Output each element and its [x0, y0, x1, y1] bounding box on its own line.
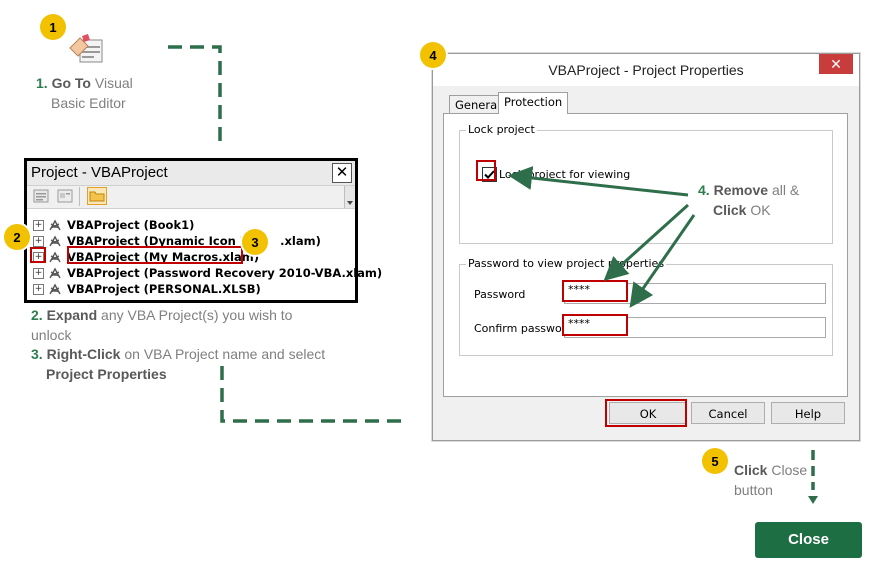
step-1-badge: 1 [40, 14, 66, 40]
tree-item-label: VBAProject (Password Recovery 2010-VBA.x… [67, 266, 383, 280]
expand-icon[interactable]: + [33, 235, 44, 247]
tree-item-book1[interactable]: + VBAProject (Book1) [33, 217, 194, 233]
dialog-title: VBAProject - Project Properties [548, 62, 744, 78]
lock-project-label: Lock project [466, 123, 537, 136]
vba-project-icon [49, 251, 61, 262]
tab-protection[interactable]: Protection [498, 92, 569, 114]
step-3-badge: 3 [242, 229, 268, 255]
vba-project-icon [49, 219, 61, 230]
step-2-badge: 2 [4, 224, 30, 250]
my-macros-highlight [67, 246, 243, 264]
toggle-folders-icon[interactable] [87, 187, 107, 205]
view-object-icon[interactable] [57, 189, 73, 203]
step-1-text: 1. Go To Visual Basic Editor [36, 75, 133, 111]
close-button[interactable]: Close [755, 522, 862, 558]
tree-item-personal[interactable]: + VBAProject (PERSONAL.XLSB) [33, 281, 261, 297]
step-5-text: Click Close button [734, 462, 808, 498]
view-code-icon[interactable] [33, 189, 49, 203]
dialog-titlebar: VBAProject - Project Properties ✕ [433, 54, 859, 86]
expand-icon[interactable]: + [33, 267, 44, 279]
connector-1 [168, 45, 222, 148]
connector-5 [808, 450, 818, 504]
connector-2 [220, 366, 408, 423]
expand-icon[interactable]: + [33, 219, 44, 231]
confirm-password-label: Confirm password [474, 322, 574, 335]
step-4-text: 4. Remove all & Click OK [698, 182, 800, 218]
ok-highlight [605, 399, 687, 427]
help-button[interactable]: Help [771, 402, 845, 424]
project-explorer-titlebar: Project - VBAProject ✕ [27, 161, 355, 186]
tree-item-label: VBAProject (PERSONAL.XLSB) [67, 282, 261, 296]
vba-project-icon [49, 267, 61, 278]
dialog-close-button[interactable]: ✕ [819, 54, 853, 74]
project-explorer-window: Project - VBAProject ✕ + VBAProject (Boo… [24, 158, 382, 303]
project-explorer-title: Project - VBAProject [31, 164, 168, 181]
scrollbar[interactable] [344, 186, 355, 208]
confirm-value-highlight: **** [562, 314, 628, 336]
cancel-button[interactable]: Cancel [691, 402, 765, 424]
project-explorer-close-button[interactable]: ✕ [332, 163, 352, 183]
tree-item-label-tail: .xlam) [280, 234, 321, 248]
expand-icon[interactable]: + [33, 283, 44, 295]
visual-basic-editor-icon [68, 34, 104, 64]
vba-project-icon [49, 283, 61, 294]
vba-project-icon [49, 235, 61, 246]
project-explorer-toolbar [27, 186, 355, 209]
step-5-badge: 5 [702, 448, 728, 474]
expand-highlight [30, 247, 46, 263]
tree-item-label: VBAProject (Book1) [67, 218, 195, 232]
step-2-text: 2. Expand any VBA Project(s) you wish to… [31, 307, 293, 343]
tree-item-password-recovery[interactable]: + VBAProject (Password Recovery 2010-VBA… [33, 265, 382, 281]
step-4-arrows [508, 166, 696, 308]
step-4-badge: 4 [420, 42, 446, 68]
